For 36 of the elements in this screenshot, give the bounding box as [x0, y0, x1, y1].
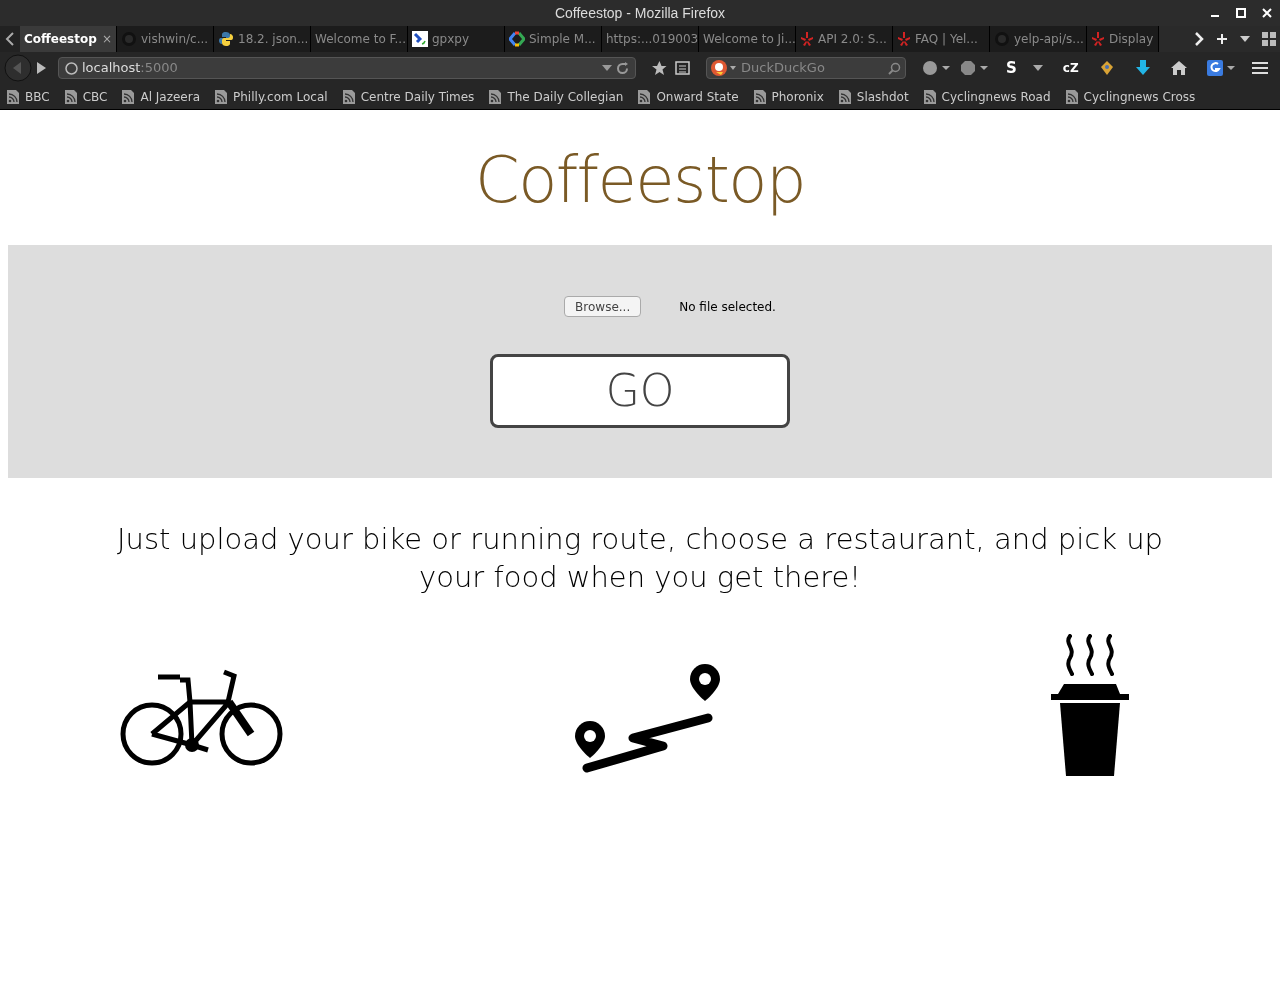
browser-tab[interactable]: Display [1087, 26, 1159, 52]
bookmark-link[interactable]: Phoronix [753, 87, 824, 106]
browser-tab[interactable]: https:...019003 [602, 26, 699, 52]
toolbar-button[interactable]: S [1006, 56, 1017, 80]
toolbar-button[interactable]: cZ [1062, 59, 1079, 77]
browse-button[interactable]: Browse... [564, 296, 642, 317]
browser-tab[interactable]: Simple M... [505, 26, 602, 52]
browser-tab[interactable]: Welcome to Ji... [699, 26, 796, 52]
browser-tab[interactable]: 18.2. json... [214, 26, 311, 52]
bookmark-link[interactable]: Onward State [638, 87, 739, 106]
browser-tab[interactable]: yelp-api/s... [990, 26, 1087, 52]
window-title: Coffeestop - Mozilla Firefox [554, 3, 726, 23]
bookmark-link[interactable]: Philly.com Local [215, 87, 328, 106]
bookmark-link[interactable]: The Daily Collegian [489, 87, 624, 106]
browser-tab[interactable]: Welcome to F... [311, 26, 408, 52]
bookmark-link[interactable]: Al Jazeera [122, 87, 201, 106]
file-status: No file selected. [679, 298, 776, 316]
bookmark-link[interactable]: BBC [7, 87, 50, 106]
bookmark-link[interactable]: Cyclingnews Cross [1065, 87, 1196, 106]
browser-tab[interactable]: gpxpy [408, 26, 505, 52]
address-bar[interactable]: localhost:5000 [58, 57, 636, 79]
tagline: Just upload your bike or running route, choose a restaurant, and pick up your food when you get there! [116, 521, 1164, 596]
browser-tab[interactable]: API 2.0: S... [796, 26, 893, 52]
browser-tab[interactable]: Coffeestop × [20, 26, 117, 52]
search-input[interactable]: DuckDuckGo [741, 58, 884, 78]
tab-close-button[interactable]: × [101, 30, 112, 48]
browser-tab[interactable]: vishwin/c... [117, 26, 214, 52]
go-button[interactable]: GO [490, 354, 790, 428]
bookmark-link[interactable]: CBC [64, 87, 108, 106]
url-text: localhost:5000 [82, 59, 178, 78]
page-title: Coffeestop [475, 142, 805, 218]
search-field[interactable]: DuckDuckGo [706, 57, 906, 79]
browser-tab[interactable]: FAQ | Yel... [893, 26, 990, 52]
bookmark-link[interactable]: Centre Daily Times [342, 87, 475, 106]
bookmark-link[interactable]: Cyclingnews Road [923, 87, 1051, 106]
bookmark-link[interactable]: Slashdot [838, 87, 909, 106]
